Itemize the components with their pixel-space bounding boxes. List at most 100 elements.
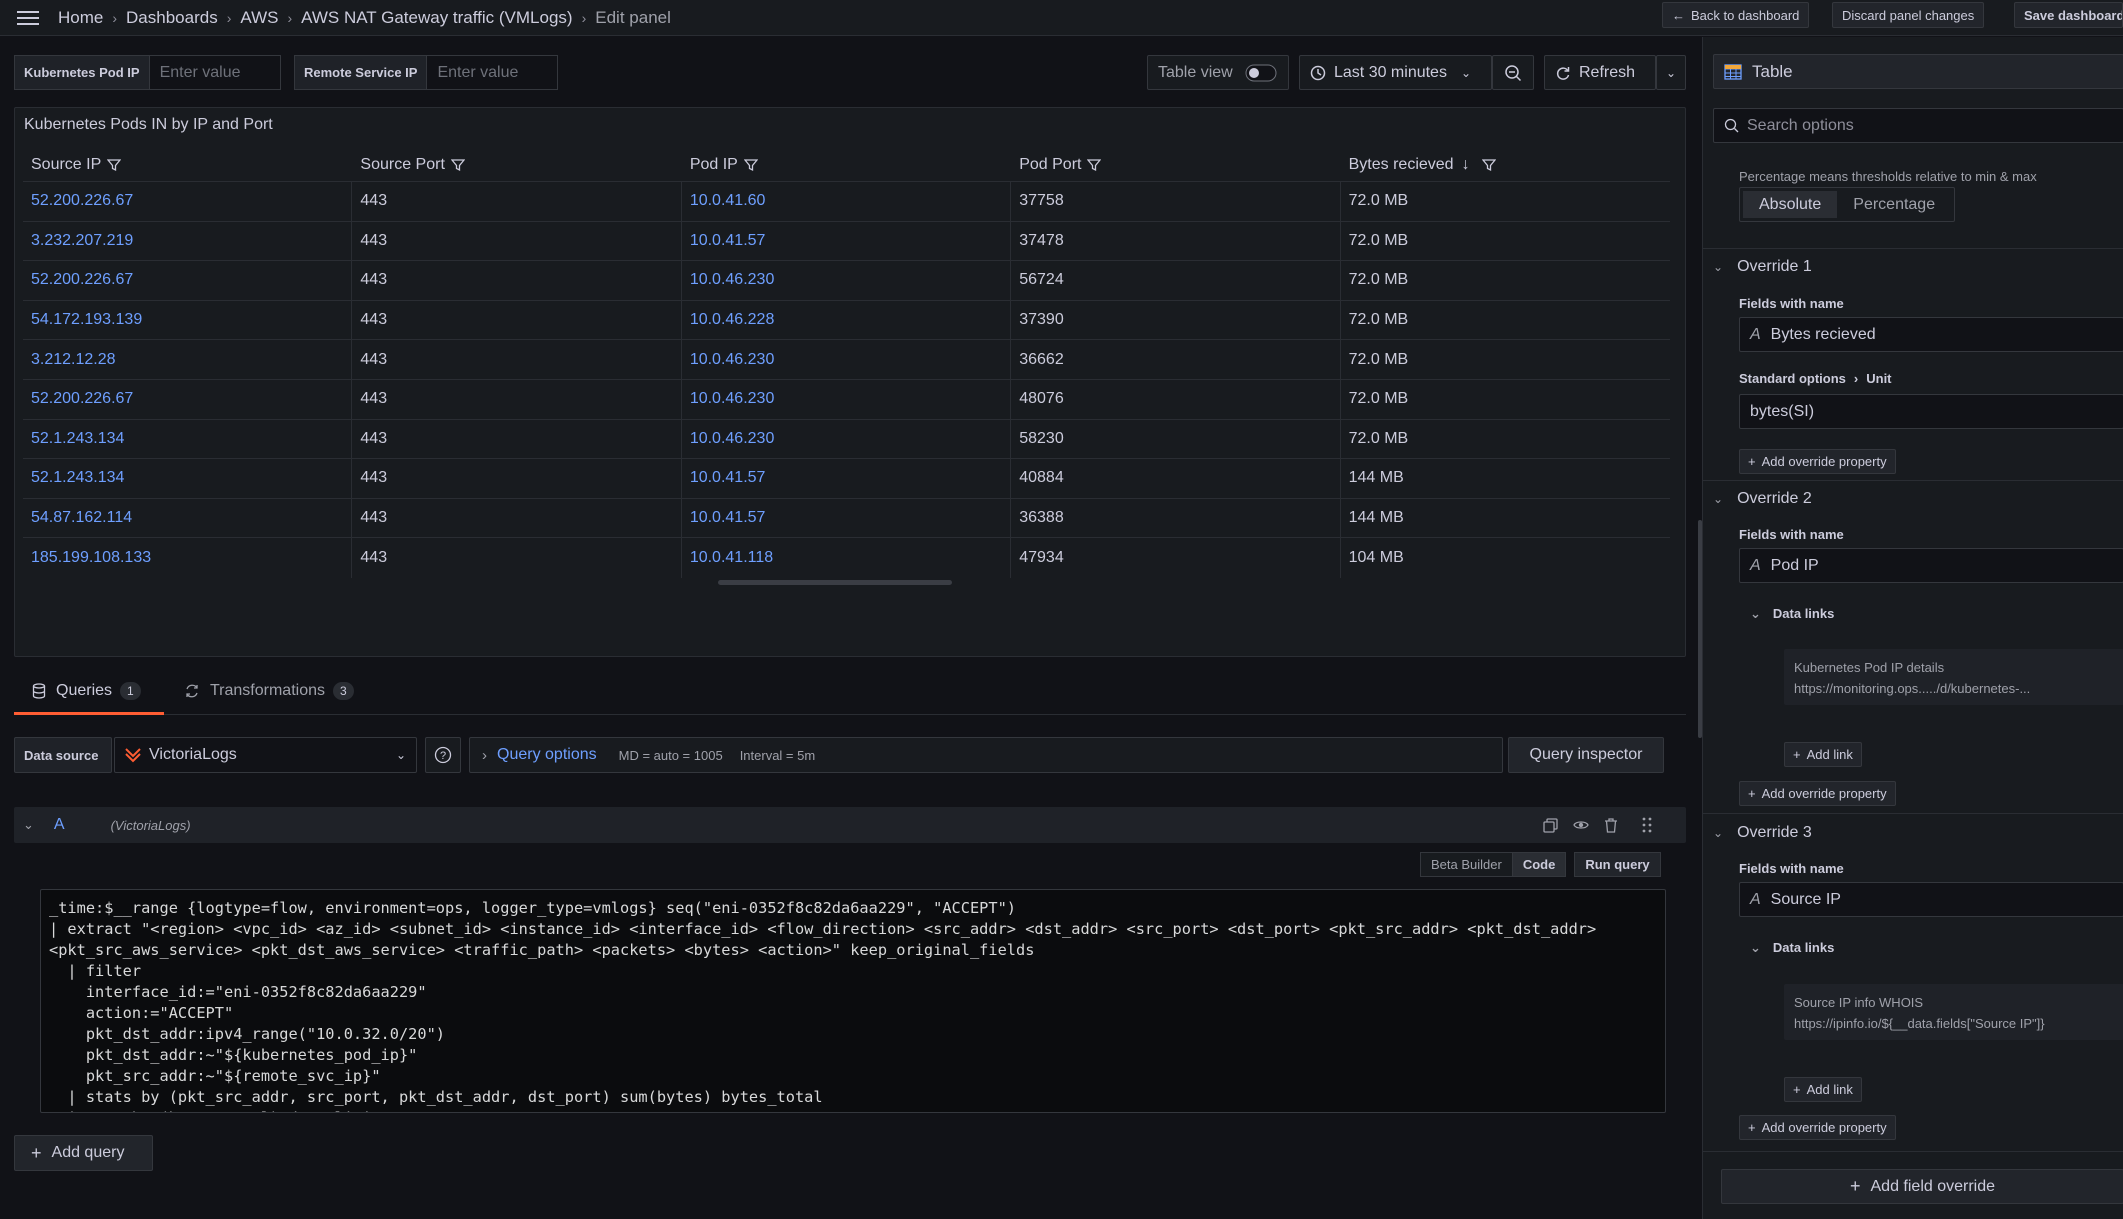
source-port-cell: 443: [352, 538, 682, 578]
remote-service-ip-input[interactable]: Enter value: [427, 55, 559, 90]
column-header-bytes-received[interactable]: Bytes recieved ↓: [1341, 148, 1670, 181]
data-link-title: Kubernetes Pod IP details: [1794, 660, 1945, 675]
override-1-header[interactable]: ⌄ Override 1: [1713, 258, 1812, 276]
filter-icon[interactable]: [107, 158, 122, 172]
refresh-button[interactable]: Refresh: [1544, 55, 1656, 90]
query-inspector-button[interactable]: Query inspector: [1508, 737, 1664, 773]
search-options-input[interactable]: Search options: [1713, 108, 2123, 143]
pod-ip-link[interactable]: 10.0.41.60: [682, 182, 1012, 221]
discard-changes-button[interactable]: Discard panel changes: [1832, 2, 1985, 28]
datasource-picker[interactable]: VictoriaLogs ⌄: [114, 737, 417, 773]
database-icon: [32, 683, 46, 699]
visualization-picker[interactable]: Table: [1713, 54, 2123, 89]
beta-builder-toggle[interactable]: Beta Builder: [1420, 852, 1513, 877]
table-row: 3.212.12.28 443 10.0.46.230 36662 72.0 MB: [23, 340, 1670, 380]
add-override-property-button[interactable]: + Add override property: [1739, 1115, 1896, 1140]
pod-ip-link[interactable]: 10.0.46.230: [682, 379, 1012, 419]
override-1-field-select[interactable]: A Bytes recieved: [1739, 317, 2123, 352]
breadcrumb-home[interactable]: Home: [58, 8, 103, 28]
query-ref-id[interactable]: A: [54, 816, 65, 834]
data-link-card[interactable]: Kubernetes Pod IP details https://monitor…: [1784, 649, 2123, 705]
breadcrumb-dashboard[interactable]: AWS NAT Gateway traffic (VMLogs): [301, 8, 572, 28]
text-field-icon: A: [1750, 556, 1761, 574]
save-dashboard-button[interactable]: Save dashboard: [2014, 2, 2123, 28]
column-header-pod-ip[interactable]: Pod IP: [682, 148, 1011, 181]
source-ip-link[interactable]: 52.200.226.67: [23, 182, 353, 221]
breadcrumb-aws[interactable]: AWS: [240, 8, 278, 28]
source-ip-link[interactable]: 54.87.162.114: [23, 498, 353, 538]
refresh-icon: [1555, 65, 1571, 81]
override-3-field-select[interactable]: A Source IP: [1739, 882, 2123, 917]
source-port-cell: 443: [352, 419, 682, 459]
code-mode-toggle[interactable]: Code: [1512, 852, 1567, 877]
pod-ip-link[interactable]: 10.0.41.57: [682, 459, 1012, 498]
panel-resize-handle[interactable]: [718, 580, 952, 585]
kubernetes-pod-ip-input[interactable]: Enter value: [149, 55, 281, 90]
eye-icon[interactable]: [1573, 818, 1589, 832]
filter-icon[interactable]: [1481, 158, 1496, 172]
filter-icon[interactable]: [1087, 158, 1102, 172]
pod-ip-link[interactable]: 10.0.46.230: [682, 419, 1012, 459]
table-view-toggle[interactable]: Table view: [1147, 55, 1289, 90]
back-to-dashboard-button[interactable]: ← Back to dashboard: [1662, 2, 1810, 28]
add-link-button[interactable]: + Add link: [1784, 1077, 1862, 1102]
column-header-source-port[interactable]: Source Port: [352, 148, 681, 181]
query-code-editor[interactable]: _time:$__range {logtype=flow, environmen…: [40, 889, 1666, 1113]
source-port-cell: 443: [352, 261, 682, 300]
source-ip-link[interactable]: 52.200.226.67: [23, 261, 353, 300]
data-links-header[interactable]: ⌄ Data links: [1750, 940, 1834, 956]
chevron-down-icon: ⌄: [1460, 65, 1472, 80]
source-ip-link[interactable]: 185.199.108.133: [23, 538, 353, 578]
add-link-button[interactable]: + Add link: [1784, 742, 1862, 767]
pod-ip-link[interactable]: 10.0.46.228: [682, 300, 1012, 340]
query-options-toggle[interactable]: › Query options MD = auto = 1005 Interva…: [469, 737, 1503, 773]
column-header-source-ip[interactable]: Source IP: [23, 148, 352, 181]
tab-transformations[interactable]: Transformations 3: [184, 667, 354, 715]
bytes-cell: 72.0 MB: [1348, 271, 1409, 289]
tab-queries[interactable]: Queries 1: [32, 667, 141, 715]
data-link-card[interactable]: Source IP info WHOIS https://ipinfo.io/${…: [1784, 984, 2123, 1040]
interval-info: Interval = 5m: [739, 747, 816, 763]
source-ip-link[interactable]: 54.172.193.139: [23, 300, 353, 340]
override-2-header[interactable]: ⌄ Override 2: [1713, 490, 1812, 508]
percentage-option[interactable]: Percentage: [1837, 191, 1951, 218]
add-field-override-button[interactable]: + Add field override: [1721, 1169, 2123, 1204]
pod-ip-link[interactable]: 10.0.46.230: [682, 340, 1012, 379]
refresh-interval-dropdown[interactable]: ⌄: [1656, 55, 1686, 90]
duplicate-query-icon[interactable]: [1543, 818, 1558, 833]
column-header-pod-port[interactable]: Pod Port: [1011, 148, 1340, 181]
add-override-property-button[interactable]: + Add override property: [1739, 449, 1896, 474]
add-override-property-button[interactable]: + Add override property: [1739, 781, 1896, 806]
collapse-chevron-icon[interactable]: ⌄: [23, 817, 34, 833]
breadcrumb-dashboards[interactable]: Dashboards: [126, 8, 218, 28]
override-3-header[interactable]: ⌄ Override 3: [1713, 824, 1812, 842]
run-query-button[interactable]: Run query: [1574, 852, 1661, 877]
source-ip-link[interactable]: 52.1.243.134: [23, 459, 353, 498]
filter-icon[interactable]: [743, 158, 758, 172]
drag-handle-icon[interactable]: [1642, 817, 1652, 833]
override-2-field-select[interactable]: A Pod IP: [1739, 548, 2123, 583]
source-ip-link[interactable]: 52.1.243.134: [23, 419, 353, 459]
chevron-down-icon: ⌄: [1750, 606, 1761, 621]
clock-icon: [1310, 65, 1326, 81]
datasource-help-button[interactable]: ?: [425, 737, 461, 773]
trash-icon[interactable]: [1604, 817, 1618, 833]
source-ip-link[interactable]: 3.232.207.219: [23, 221, 353, 261]
time-range-picker[interactable]: Last 30 minutes ⌄: [1299, 55, 1492, 90]
filter-icon[interactable]: [450, 158, 465, 172]
standard-options-unit-label: Standard options › Unit: [1739, 371, 1892, 386]
data-links-header[interactable]: ⌄ Data links: [1750, 606, 1834, 622]
zoom-out-button[interactable]: [1492, 55, 1534, 90]
absolute-option[interactable]: Absolute: [1743, 191, 1838, 218]
source-port-cell: 443: [352, 459, 682, 498]
add-query-button[interactable]: + Add query: [14, 1135, 153, 1171]
source-ip-link[interactable]: 52.200.226.67: [23, 379, 353, 419]
sort-desc-icon: ↓: [1461, 155, 1470, 173]
pod-ip-link[interactable]: 10.0.41.118: [682, 538, 1012, 578]
menu-icon[interactable]: [14, 7, 42, 29]
pod-ip-link[interactable]: 10.0.46.230: [682, 261, 1012, 300]
pod-ip-link[interactable]: 10.0.41.57: [682, 221, 1012, 261]
unit-input[interactable]: bytes(SI): [1739, 394, 2123, 429]
pod-ip-link[interactable]: 10.0.41.57: [682, 498, 1012, 538]
source-ip-link[interactable]: 3.212.12.28: [23, 340, 353, 379]
